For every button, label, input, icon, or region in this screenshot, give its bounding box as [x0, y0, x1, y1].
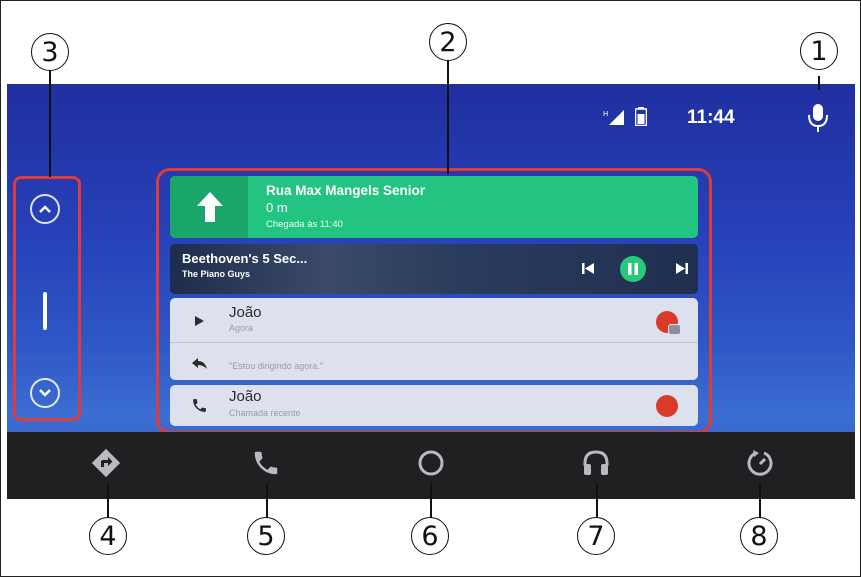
- cards-highlight: Rua Max Mangels Senior 0 m Chegada às 11…: [156, 168, 712, 434]
- callout-6-leader: [430, 483, 432, 519]
- home-icon[interactable]: [416, 448, 446, 478]
- call-status: Chamada recente: [229, 408, 301, 418]
- scroll-up-button[interactable]: [30, 194, 60, 224]
- signal-icon: H: [603, 110, 624, 125]
- return-icon[interactable]: [745, 448, 775, 478]
- message-preview: "Estou dirigindo agora.": [229, 361, 323, 371]
- message-badge-icon: [668, 324, 681, 335]
- skip-previous-icon[interactable]: [582, 263, 594, 274]
- call-card[interactable]: João Chamada recente: [170, 385, 698, 426]
- battery-icon: [635, 107, 647, 126]
- callout-4-leader: [107, 483, 109, 519]
- svg-text:H: H: [603, 110, 608, 118]
- callout-1-leader: [818, 76, 820, 90]
- play-pause-button[interactable]: [620, 256, 646, 282]
- message-divider: [170, 342, 698, 343]
- call-avatar: [656, 395, 678, 417]
- media-artist: The Piano Guys: [182, 269, 251, 279]
- call-contact: João: [229, 388, 262, 405]
- callout-1: 1: [800, 32, 838, 70]
- reply-icon[interactable]: [192, 358, 207, 369]
- callout-5: 5: [247, 517, 285, 555]
- message-time: Agora: [229, 323, 254, 333]
- message-card[interactable]: João Agora "Estou dirigindo agora.": [170, 298, 698, 380]
- media-title: Beethoven's 5 Sec...: [182, 251, 308, 266]
- head-unit-screen: H 11:44 Rua Max Mangels Senior 0 m Chega…: [7, 84, 855, 499]
- callout-8-leader: [759, 483, 761, 519]
- callout-4: 4: [89, 517, 127, 555]
- nav-distance: 0 m: [266, 200, 288, 215]
- callout-7: 7: [577, 517, 615, 555]
- phone-icon[interactable]: [251, 448, 281, 478]
- contact-avatar: [656, 311, 681, 335]
- scroll-down-button[interactable]: [30, 378, 60, 408]
- chevron-up-icon: [39, 205, 51, 213]
- callout-7-leader: [596, 483, 598, 519]
- chevron-down-icon: [39, 389, 51, 397]
- turn-arrow-box: [170, 176, 248, 238]
- status-time: 11:44: [687, 107, 735, 128]
- phone-icon[interactable]: [191, 397, 208, 414]
- nav-arrival: Chegada às 11:40: [266, 219, 343, 230]
- callout-8: 8: [740, 517, 778, 555]
- navigation-icon[interactable]: [91, 448, 121, 478]
- media-card[interactable]: Beethoven's 5 Sec... The Piano Guys: [170, 244, 698, 294]
- callout-2: 2: [429, 23, 467, 61]
- callout-5-leader: [266, 483, 268, 519]
- microphone-icon[interactable]: [807, 104, 829, 134]
- message-contact: João: [229, 304, 262, 321]
- left-rail-highlight: [13, 176, 81, 421]
- scroll-indicator[interactable]: [43, 292, 47, 330]
- nav-street: Rua Max Mangels Senior: [266, 183, 426, 198]
- callout-6: 6: [411, 517, 449, 555]
- arrow-up-icon: [197, 192, 223, 222]
- audio-icon[interactable]: [581, 448, 611, 478]
- callout-3-leader: [49, 69, 51, 177]
- callout-3: 3: [31, 33, 69, 71]
- navigation-card[interactable]: Rua Max Mangels Senior 0 m Chegada às 11…: [170, 176, 698, 238]
- callout-2-leader: [447, 56, 449, 174]
- skip-next-icon[interactable]: [676, 263, 688, 274]
- play-icon[interactable]: [195, 316, 204, 326]
- pause-icon: [628, 263, 638, 275]
